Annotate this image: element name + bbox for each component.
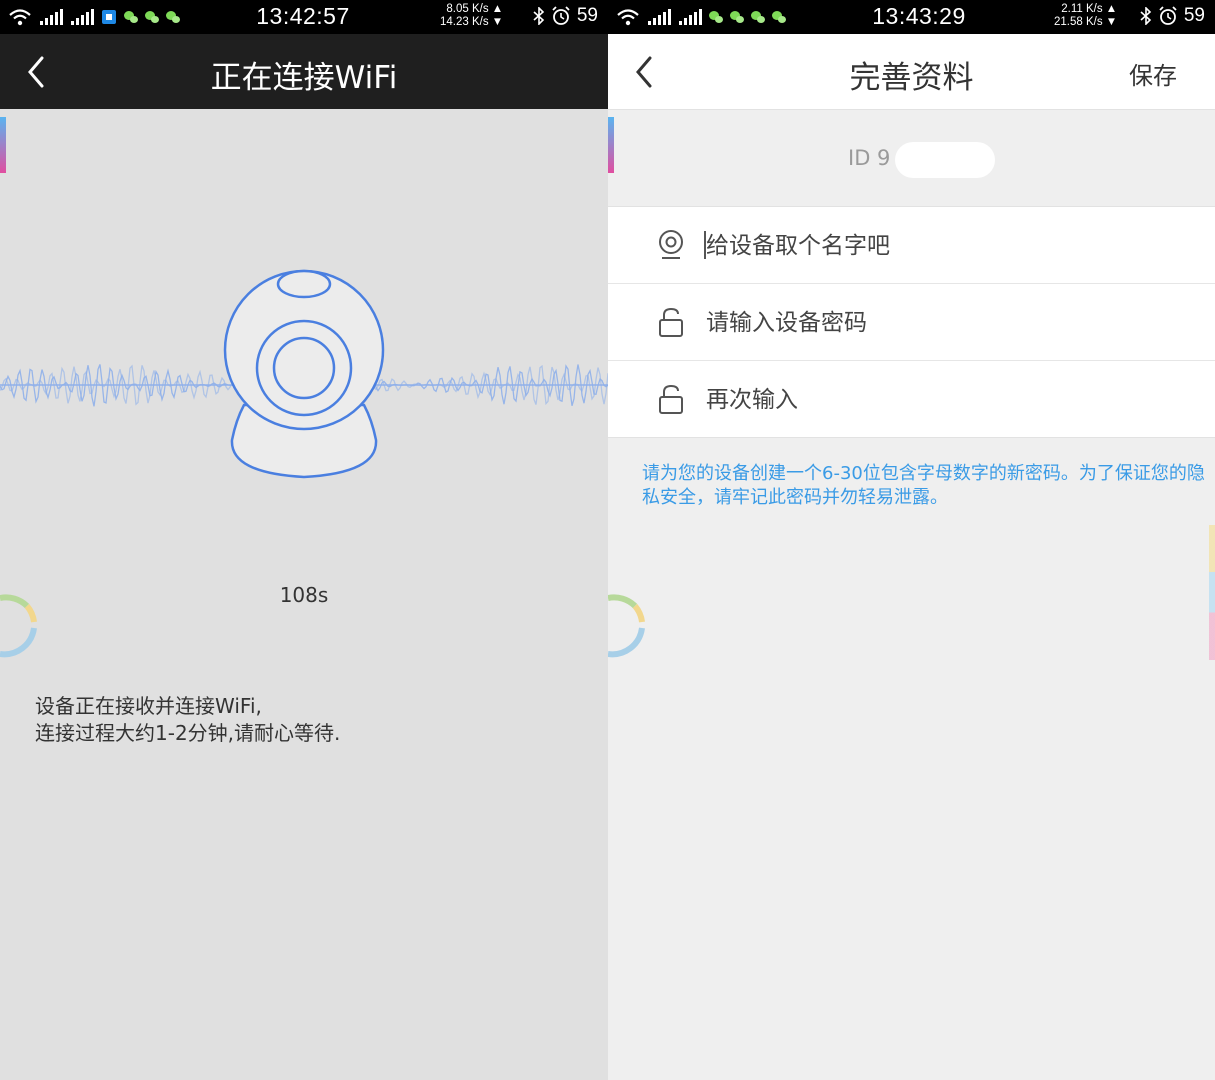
network-speed: 2.11 K/s ▲ 21.58 K/s ▼ <box>1054 3 1118 28</box>
camera-illustration <box>0 255 608 495</box>
status-icons <box>616 6 786 28</box>
network-speed: 8.05 K/s ▲ 14.23 K/s ▼ <box>440 3 504 28</box>
wechat-icon <box>772 11 786 23</box>
wifi-signal-icon <box>617 9 639 26</box>
header-bar: 完善资料 保存 <box>608 34 1215 110</box>
status-bar: 13:43:29 2.11 K/s ▲ 21.58 K/s ▼ 59 <box>608 0 1215 34</box>
page-title: 正在连接WiFi <box>210 60 398 96</box>
battery-level: 59 <box>576 5 598 26</box>
wifi-connecting-screen: 13:42:57 8.05 K/s ▲ 14.23 K/s ▼ 59 正在连接W… <box>0 0 608 1080</box>
status-bar: 13:42:57 8.05 K/s ▲ 14.23 K/s ▼ 59 <box>0 0 608 34</box>
cell-signal-icon <box>71 9 94 25</box>
password-hint: 请为您的设备创建一个6-30位包含字母数字的新密码。为了保证您的隐私安全，请牢记… <box>642 463 1205 508</box>
alarm-icon <box>552 6 570 25</box>
wechat-icon <box>145 11 159 23</box>
wechat-icon <box>751 11 765 23</box>
cell-signal-icon <box>679 9 702 25</box>
battery-level: 59 <box>1183 5 1205 26</box>
redaction-mask <box>895 142 995 178</box>
header-bar: 正在连接WiFi <box>0 34 608 109</box>
device-name-field[interactable] <box>608 207 1215 284</box>
device-id: ID 9 <box>848 146 891 170</box>
device-password-field[interactable] <box>608 284 1215 361</box>
device-form <box>608 206 1215 438</box>
wechat-icon <box>166 11 180 23</box>
bluetooth-icon <box>1140 7 1152 25</box>
lock-icon <box>659 384 683 414</box>
app-notification-icon <box>102 10 116 24</box>
device-id-row: ID 9 <box>608 110 1215 206</box>
page-title: 完善资料 <box>849 60 974 96</box>
lock-icon <box>659 307 683 337</box>
camera-icon <box>223 269 385 479</box>
status-time: 13:42:57 <box>256 3 350 29</box>
side-accent-strip <box>0 117 6 173</box>
connection-instructions: 设备正在接收并连接WiFi, 连接过程大约1-2分钟,请耐心等待. <box>35 694 341 745</box>
device-name-input[interactable] <box>704 225 1188 267</box>
cell-signal-icon <box>40 9 63 25</box>
side-accent-strip <box>1209 525 1215 660</box>
status-right: 59 <box>1140 5 1205 27</box>
alarm-icon <box>1159 6 1177 25</box>
wechat-icon <box>730 11 744 23</box>
wechat-icon <box>709 11 723 23</box>
device-profile-screen: 13:43:29 2.11 K/s ▲ 21.58 K/s ▼ 59 完善资料 … <box>608 0 1215 1080</box>
status-time: 13:43:29 <box>872 3 966 29</box>
wifi-signal-icon <box>9 9 31 26</box>
camera-location-icon <box>659 230 683 259</box>
cell-signal-icon <box>648 9 671 25</box>
status-right: 59 <box>533 5 598 27</box>
confirm-password-field[interactable] <box>608 361 1215 437</box>
countdown-timer: 108s <box>279 583 329 607</box>
device-password-input[interactable] <box>704 302 1188 344</box>
bluetooth-icon <box>533 7 545 25</box>
save-button[interactable]: 保存 <box>1129 56 1177 91</box>
status-icons <box>8 6 180 28</box>
confirm-password-input[interactable] <box>704 379 1188 421</box>
loading-spinner-icon <box>608 594 645 658</box>
wechat-icon <box>124 11 138 23</box>
